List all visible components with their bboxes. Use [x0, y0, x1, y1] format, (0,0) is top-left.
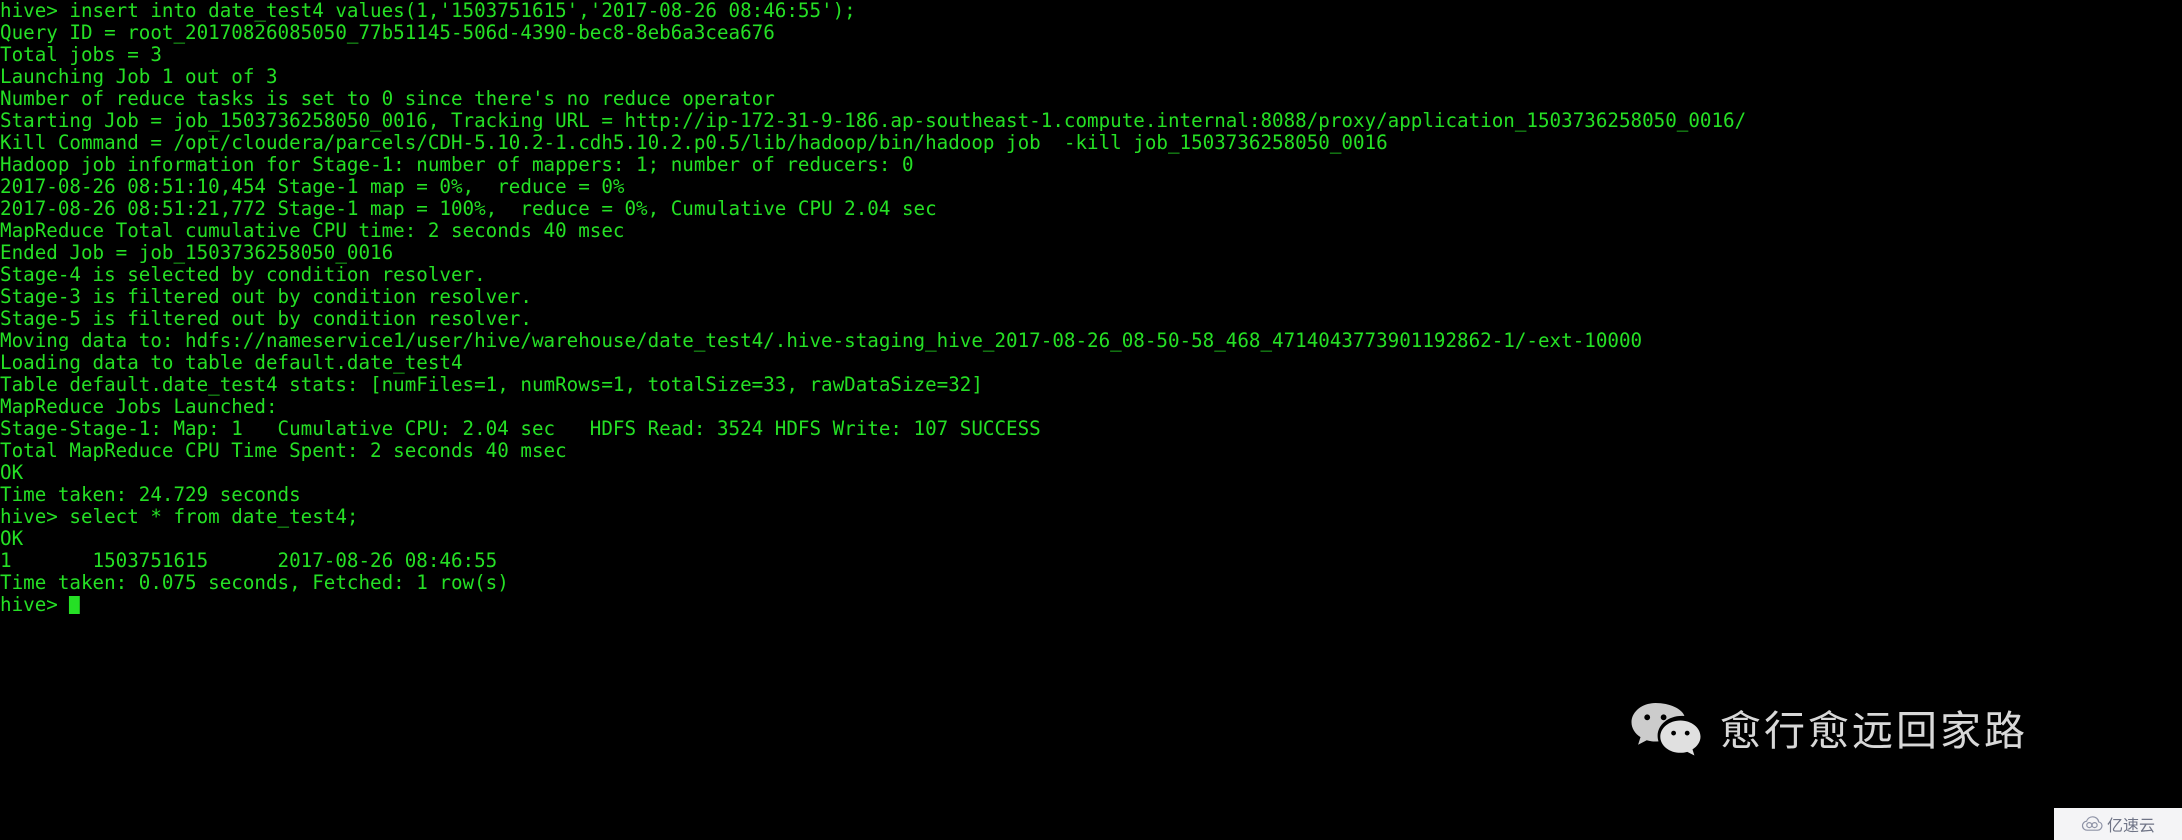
- terminal-line: Number of reduce tasks is set to 0 since…: [0, 87, 775, 110]
- terminal-line: Total jobs = 3: [0, 43, 162, 66]
- wechat-icon: [1630, 700, 1702, 762]
- terminal-line: Moving data to: hdfs://nameservice1/user…: [0, 329, 1643, 352]
- terminal-line: OK: [0, 527, 24, 550]
- terminal-line: Time taken: 24.729 seconds: [0, 483, 301, 506]
- terminal-line: 2017-08-26 08:51:21,772 Stage-1 map = 10…: [0, 197, 937, 220]
- terminal-line: 2017-08-26 08:51:10,454 Stage-1 map = 0%…: [0, 175, 625, 198]
- terminal-line: Hadoop job information for Stage-1: numb…: [0, 153, 914, 176]
- terminal-line: hive> select * from date_test4;: [0, 505, 359, 528]
- terminal-line: Ended Job = job_1503736258050_0016: [0, 241, 394, 264]
- terminal-prompt: hive>: [0, 593, 58, 616]
- terminal-prompt-line[interactable]: hive>: [0, 594, 2149, 616]
- terminal-line: MapReduce Total cumulative CPU time: 2 s…: [0, 219, 625, 242]
- terminal-cursor: [69, 596, 80, 614]
- site-badge-label: 亿速云: [2106, 816, 2155, 835]
- terminal-line: Total MapReduce CPU Time Spent: 2 second…: [0, 439, 567, 462]
- terminal-line: Kill Command = /opt/cloudera/parcels/CDH…: [0, 131, 1388, 154]
- terminal-line: Starting Job = job_1503736258050_0016, T…: [0, 109, 1747, 132]
- site-badge: 亿速云: [2054, 808, 2182, 840]
- console-output: hive> insert into date_test4 values(1,'1…: [0, 0, 2182, 616]
- wechat-account-name: 愈行愈远回家路: [1720, 706, 2028, 755]
- terminal-line: Loading data to table default.date_test4: [0, 351, 463, 374]
- terminal-line: OK: [0, 461, 24, 484]
- terminal-line: Query ID = root_20170826085050_77b51145-…: [0, 21, 775, 44]
- terminal-line: Time taken: 0.075 seconds, Fetched: 1 ro…: [0, 571, 509, 594]
- terminal-line: hive> insert into date_test4 values(1,'1…: [0, 0, 856, 22]
- terminal-line: MapReduce Jobs Launched:: [0, 395, 278, 418]
- terminal-line: Stage-4 is selected by condition resolve…: [0, 263, 486, 286]
- terminal-line: Stage-5 is filtered out by condition res…: [0, 307, 532, 330]
- cloud-icon: [2081, 816, 2103, 832]
- terminal-window[interactable]: hive> insert into date_test4 values(1,'1…: [0, 0, 2182, 840]
- terminal-line: Stage-Stage-1: Map: 1 Cumulative CPU: 2.…: [0, 417, 1041, 440]
- terminal-line: Table default.date_test4 stats: [numFile…: [0, 373, 983, 396]
- wechat-watermark: 愈行愈远回家路: [1630, 700, 2028, 762]
- terminal-line: Stage-3 is filtered out by condition res…: [0, 285, 532, 308]
- terminal-line: Launching Job 1 out of 3: [0, 65, 278, 88]
- terminal-line: 1 1503751615 2017-08-26 08:46:55: [0, 549, 498, 572]
